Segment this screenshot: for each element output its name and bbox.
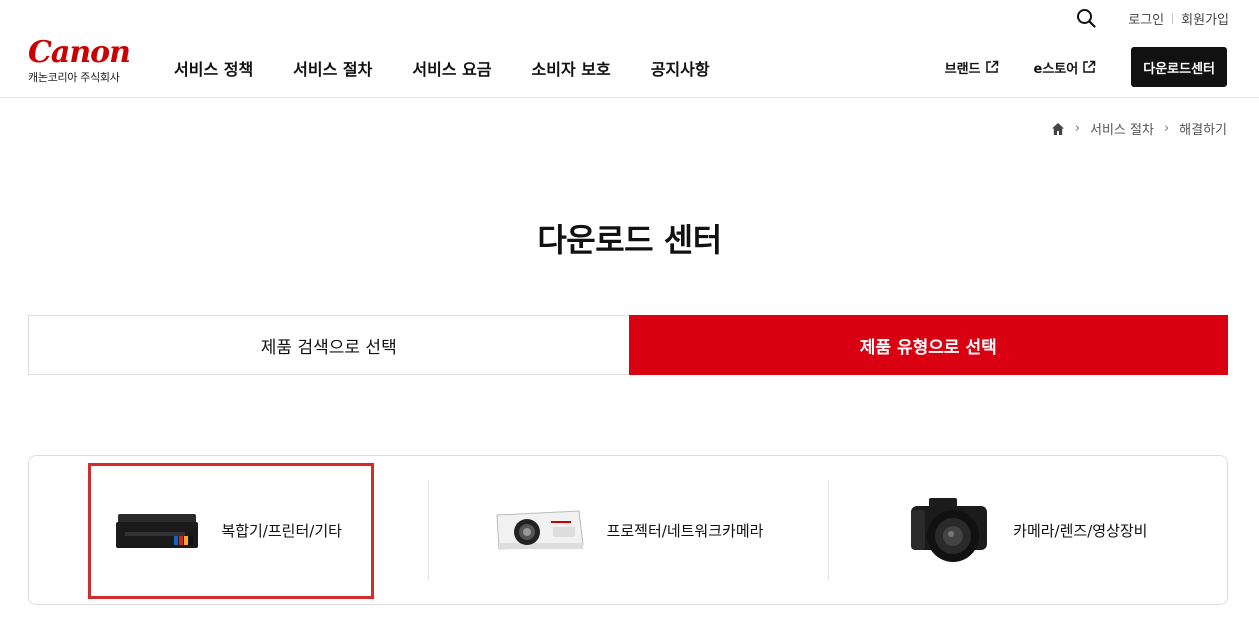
printer-image	[115, 508, 199, 552]
nav-service-fee[interactable]: 서비스 요금	[412, 56, 491, 80]
breadcrumb-item-current: 해결하기	[1179, 123, 1227, 138]
tab-product-type[interactable]: 제품 유형으로 선택	[628, 315, 1228, 375]
external-link-icon	[1083, 60, 1096, 73]
category-label: 카메라/렌즈/영상장비	[1013, 521, 1148, 540]
signup-link[interactable]: 회원가입	[1181, 9, 1229, 28]
category-camera[interactable]: 카메라/렌즈/영상장비	[827, 456, 1227, 604]
category-printer[interactable]: 복합기/프린터/기타	[29, 456, 428, 604]
external-link-icon	[985, 60, 998, 73]
nav-service-policy[interactable]: 서비스 정책	[174, 56, 253, 80]
account-links: 로그인 회원가입	[1128, 9, 1229, 28]
brand-link-label: 브랜드	[944, 61, 981, 77]
breadcrumb-item[interactable]: 서비스 절차	[1090, 119, 1154, 138]
logo-brand: Canon	[28, 35, 131, 70]
projector-image	[493, 505, 585, 555]
home-icon[interactable]	[1051, 122, 1065, 136]
brand-link[interactable]: 브랜드	[945, 58, 999, 77]
canon-logo[interactable]: Canon 캐논코리아 주식회사	[28, 38, 143, 85]
estore-link-label: e스토어	[1033, 61, 1079, 77]
chevron-right-icon: ›	[1163, 121, 1170, 136]
login-link[interactable]: 로그인	[1128, 9, 1164, 28]
category-list: 복합기/프린터/기타 프로젝터/네트워크카메라 카메라/렌즈/영상장비	[28, 455, 1228, 605]
category-projector[interactable]: 프로젝터/네트워크카메라	[428, 456, 827, 604]
header-right: 브랜드 e스토어 다운로드센터	[945, 47, 1227, 87]
nav-notice[interactable]: 공지사항	[651, 56, 710, 80]
category-label: 프로젝터/네트워크카메라	[606, 521, 764, 540]
selection-tabs: 제품 검색으로 선택 제품 유형으로 선택	[28, 315, 1228, 375]
page-title: 다운로드 센터	[537, 221, 722, 259]
estore-link[interactable]: e스토어	[1034, 58, 1097, 77]
main-nav: 서비스 정책 서비스 절차 서비스 요금 소비자 보호 공지사항	[174, 56, 750, 80]
download-center-button[interactable]: 다운로드센터	[1131, 47, 1227, 87]
nav-service-procedure[interactable]: 서비스 절차	[293, 56, 372, 80]
search-icon[interactable]	[1076, 8, 1096, 28]
category-label: 복합기/프린터/기타	[221, 521, 342, 540]
nav-consumer-protection[interactable]: 소비자 보호	[532, 56, 611, 80]
chevron-right-icon: ›	[1074, 121, 1081, 136]
header: Canon 캐논코리아 주식회사 서비스 정책 서비스 절차 서비스 요금 소비…	[0, 36, 1259, 98]
camera-image	[907, 494, 991, 566]
logo-corp-name: 캐논코리아 주식회사	[28, 71, 120, 84]
utility-bar: 로그인 회원가입	[1077, 8, 1229, 28]
divider	[1172, 12, 1174, 24]
tab-search-product[interactable]: 제품 검색으로 선택	[28, 315, 629, 375]
breadcrumb: › 서비스 절차 › 해결하기	[1051, 119, 1227, 138]
